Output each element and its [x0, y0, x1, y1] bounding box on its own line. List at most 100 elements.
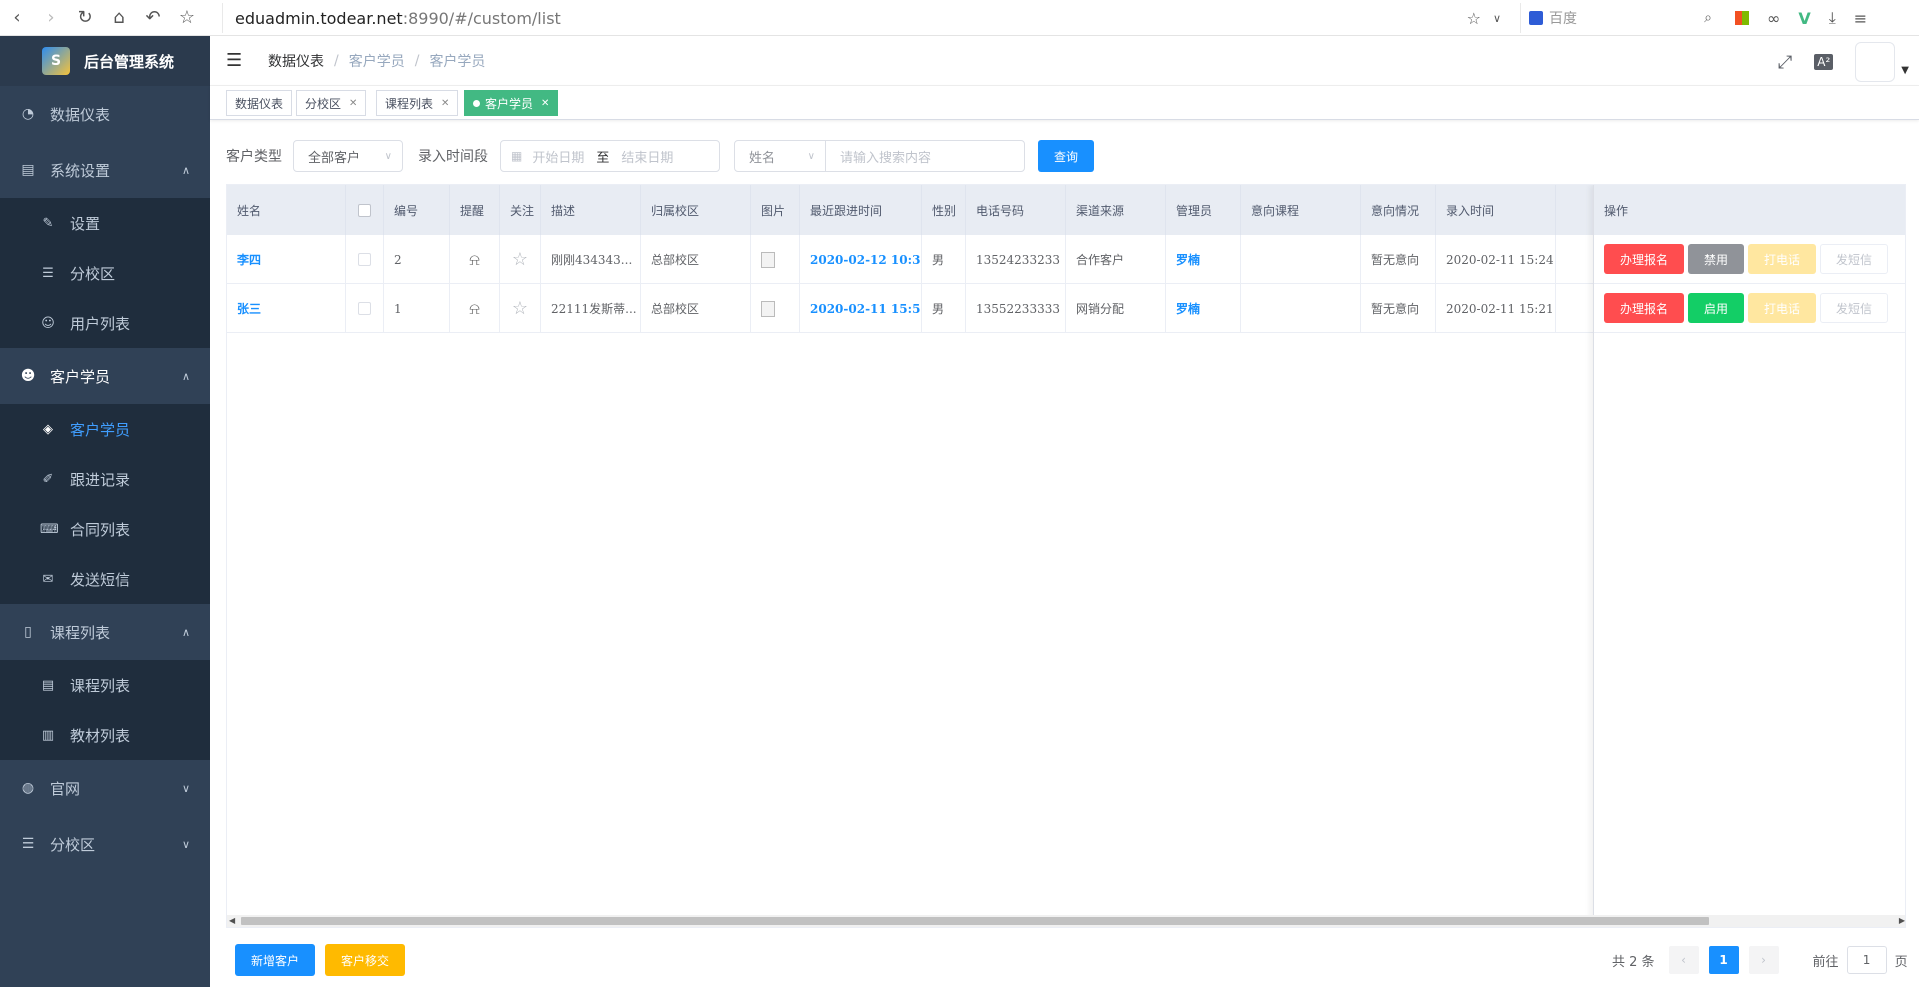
created-time: 2020-02-11 15:21 — [1436, 284, 1556, 333]
search-icon[interactable]: ⌕ — [1704, 10, 1712, 26]
star-icon[interactable]: ☆ — [512, 249, 528, 270]
forward-icon[interactable]: › — [34, 0, 68, 36]
date-range-picker[interactable]: ▦ 开始日期 至 结束日期 — [500, 140, 720, 172]
scrollbar-thumb[interactable] — [241, 917, 1709, 925]
fullscreen-icon[interactable]: ⤢ — [1778, 52, 1792, 73]
tag-courses[interactable]: 课程列表 ✕ — [376, 90, 459, 116]
call-button[interactable]: 打电话 — [1748, 293, 1816, 323]
bell-icon[interactable]: ⍾ — [469, 250, 480, 270]
tag-label: 数据仪表 — [235, 96, 284, 111]
close-icon[interactable]: ✕ — [541, 98, 549, 109]
sidebar-item-course-list[interactable]: ▤ 课程列表 — [0, 660, 210, 710]
row-checkbox[interactable] — [358, 253, 371, 266]
sidebar-logo-row[interactable]: S 后台管理系统 — [0, 36, 210, 86]
browser-search-placeholder: 百度 — [1549, 11, 1577, 27]
add-customer-button[interactable]: 新增客户 — [235, 944, 315, 976]
sidebar-item-customers[interactable]: ◈ 客户学员 — [0, 404, 210, 454]
sidebar-item-contracts[interactable]: ⌨ 合同列表 — [0, 504, 210, 554]
search-input[interactable]: 请输入搜索内容 — [825, 140, 1025, 172]
phone: 13524233233 — [966, 235, 1066, 284]
caret-down-icon[interactable]: ▼ — [1901, 65, 1909, 76]
back-icon[interactable]: ‹ — [0, 0, 34, 36]
submenu-customers: ◈ 客户学员 ✐ 跟进记录 ⌨ 合同列表 ✉ 发送短信 — [0, 404, 210, 604]
favorite-star-icon[interactable]: ☆ — [1467, 9, 1481, 28]
scroll-right-icon[interactable]: ▶ — [1899, 915, 1905, 927]
page-number-current[interactable]: 1 — [1708, 946, 1739, 974]
enroll-button[interactable]: 办理报名 — [1604, 293, 1684, 323]
call-button[interactable]: 打电话 — [1748, 244, 1816, 274]
close-icon[interactable]: ✕ — [441, 98, 449, 109]
row-checkbox[interactable] — [358, 302, 371, 315]
hamburger-icon[interactable]: ☰ — [226, 50, 242, 71]
font-size-icon[interactable]: A² — [1814, 54, 1834, 70]
toggle-status-button[interactable]: 启用 — [1688, 293, 1744, 323]
horizontal-scrollbar[interactable]: ◀ ▶ — [227, 915, 1905, 927]
intended-course — [1241, 235, 1361, 284]
transfer-customer-button[interactable]: 客户移交 — [325, 944, 405, 976]
date-range-label: 录入时间段 — [418, 149, 488, 165]
breadcrumb-item[interactable]: 数据仪表 — [268, 51, 324, 71]
browser-menu-icon[interactable]: ≡ — [1854, 9, 1867, 28]
sms-button[interactable]: 发短信 — [1820, 293, 1888, 323]
baidu-icon — [1529, 11, 1543, 25]
menu-campus[interactable]: ☰ 分校区 ∨ — [0, 816, 210, 872]
customer-id: 1 — [384, 284, 450, 333]
download-icon[interactable]: ⤓ — [1829, 8, 1836, 28]
menu-courses[interactable]: ▯ 课程列表 ∧ — [0, 604, 210, 660]
sidebar-item-textbooks[interactable]: ▥ 教材列表 — [0, 710, 210, 760]
prev-page-button[interactable]: ‹ — [1668, 946, 1699, 974]
tag-campus[interactable]: 分校区 ✕ — [296, 90, 367, 116]
home-icon[interactable]: ⌂ — [102, 0, 136, 36]
sidebar-item-sms[interactable]: ✉ 发送短信 — [0, 554, 210, 604]
query-button[interactable]: 查询 — [1038, 140, 1094, 172]
date-start-input[interactable]: 开始日期 — [532, 147, 584, 166]
sidebar-item-campus[interactable]: ☰ 分校区 — [0, 248, 210, 298]
menu-customers[interactable]: ☻ 客户学员 ∧ — [0, 348, 210, 404]
admin-link[interactable]: 罗楠 — [1166, 235, 1241, 284]
chevron-down-icon: ∨ — [807, 150, 815, 162]
goto-page-input[interactable]: 1 — [1846, 946, 1887, 974]
menu-label: 系统设置 — [50, 161, 111, 180]
vue-devtools-icon[interactable]: V — [1798, 9, 1810, 28]
menu-website[interactable]: ◍ 官网 ∨ — [0, 760, 210, 816]
sms-button[interactable]: 发短信 — [1820, 244, 1888, 274]
apps-grid-icon[interactable] — [1735, 11, 1749, 25]
submenu-courses: ▤ 课程列表 ▥ 教材列表 — [0, 660, 210, 760]
address-bar[interactable]: eduadmin.todear.net:8990/#/custom/list ☆… — [222, 3, 1509, 33]
chevron-down-icon[interactable]: ∨ — [1493, 12, 1501, 25]
tag-customers[interactable]: 客户学员 ✕ — [464, 90, 559, 116]
column-header: 操作 — [1604, 203, 1629, 218]
sidebar: S 后台管理系统 ◔ 数据仪表 ▤ 系统设置 ∧ ✎ 设置 ☰ 分校区 ☺ 用户列表 … — [0, 36, 210, 987]
extension-icon[interactable]: ∞ — [1767, 9, 1780, 28]
sidebar-item-settings[interactable]: ✎ 设置 — [0, 198, 210, 248]
search-field-select[interactable]: 姓名 ∨ — [734, 140, 826, 172]
sub-label: 教材列表 — [70, 726, 131, 745]
column-header: 编号 — [384, 185, 450, 235]
undo-icon[interactable]: ↶ — [136, 0, 170, 36]
menu-system-settings[interactable]: ▤ 系统设置 ∧ — [0, 142, 210, 198]
bell-icon[interactable]: ⍾ — [469, 299, 480, 319]
date-end-input[interactable]: 结束日期 — [621, 147, 673, 166]
menu-dashboard[interactable]: ◔ 数据仪表 — [0, 86, 210, 142]
star-icon[interactable]: ☆ — [512, 298, 528, 319]
column-header: 关注 — [500, 185, 541, 235]
tag-dashboard[interactable]: 数据仪表 — [226, 90, 293, 116]
close-icon[interactable]: ✕ — [349, 98, 357, 109]
breadcrumb-item: 客户学员 — [348, 54, 405, 70]
sidebar-item-followups[interactable]: ✐ 跟进记录 — [0, 454, 210, 504]
next-page-button[interactable]: › — [1748, 946, 1779, 974]
customer-name-link[interactable]: 张三 — [227, 284, 346, 333]
operations-row: 办理报名 禁用 打电话 发短信 — [1594, 235, 1905, 284]
customer-name-link[interactable]: 李四 — [227, 235, 346, 284]
bookmark-star-icon[interactable]: ☆ — [170, 0, 204, 36]
avatar[interactable] — [1855, 42, 1896, 82]
admin-link[interactable]: 罗楠 — [1166, 284, 1241, 333]
reload-icon[interactable]: ↻ — [68, 0, 102, 36]
customer-type-select[interactable]: 全部客户 ∨ — [293, 140, 403, 172]
select-all-checkbox[interactable] — [358, 203, 371, 217]
toggle-status-button[interactable]: 禁用 — [1688, 244, 1744, 274]
browser-search-box[interactable]: 百度 ⌕ — [1520, 3, 1720, 33]
sidebar-item-users[interactable]: ☺ 用户列表 — [0, 298, 210, 348]
enroll-button[interactable]: 办理报名 — [1604, 244, 1684, 274]
scroll-left-icon[interactable]: ◀ — [229, 915, 235, 927]
